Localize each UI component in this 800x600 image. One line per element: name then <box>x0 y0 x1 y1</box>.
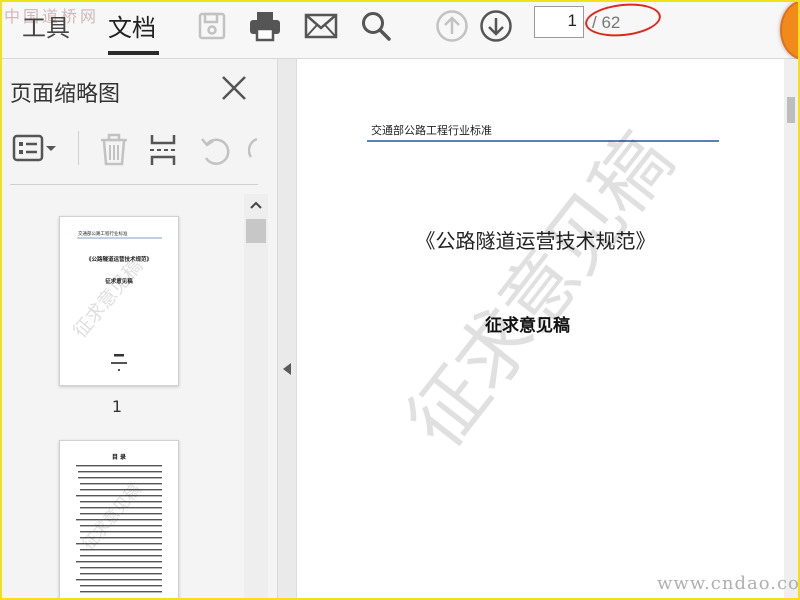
page-up-icon[interactable] <box>434 8 470 44</box>
document-scroll-thumb[interactable] <box>787 97 795 123</box>
pane-divider <box>10 184 258 185</box>
thumbnail-toolbar <box>2 125 258 185</box>
rotate-right-icon[interactable] <box>247 133 258 171</box>
collapse-arrow-icon[interactable] <box>283 363 291 375</box>
rotate-icon[interactable] <box>198 133 232 171</box>
thumbnail-page-1[interactable]: 交通部公路工程行业标准 《公路隧道运营技术规范》 征求意见稿 征求意见稿 <box>59 216 179 386</box>
thumbnail-page-2-preview: 目 录 征求意见稿 <box>76 453 162 593</box>
thumb2-title: 目 录 <box>112 453 126 461</box>
pane-title: 页面缩略图 <box>10 82 121 107</box>
page-number-input[interactable]: 1 <box>534 6 584 38</box>
document-scrollbar[interactable] <box>784 59 798 598</box>
thumb2-watermark: 征求意见稿 <box>79 480 145 554</box>
thumb1-header: 交通部公路工程行业标准 <box>78 230 128 237</box>
document-header: 交通部公路工程行业标准 <box>371 124 492 137</box>
draft-watermark: 征求意见稿 <box>390 117 689 465</box>
print-icon[interactable] <box>247 8 283 44</box>
toolbar-separator <box>78 131 79 165</box>
thumbnail-pane: 页面缩略图 交通部公路工程行业标准 《公路隧道运营技术规范》 征求意见稿 征求意… <box>2 59 278 598</box>
search-icon[interactable] <box>358 8 394 44</box>
tab-document[interactable]: 文档 <box>108 8 156 43</box>
thumb1-title: 《公路隧道运营技术规范》 <box>86 255 152 263</box>
highlight-ellipse <box>583 2 663 40</box>
active-tab-indicator <box>108 51 159 55</box>
document-page: 交通部公路工程行业标准 《公路隧道运营技术规范》 征求意见稿 征求意见稿 <box>297 59 784 598</box>
close-icon[interactable] <box>220 74 248 102</box>
pane-collapse-handle[interactable] <box>278 59 297 598</box>
thumbnail-page-2[interactable]: 目 录 征求意见稿 <box>59 440 179 598</box>
thumbnail-page-number: 1 <box>111 397 123 416</box>
page-down-icon[interactable] <box>478 8 514 44</box>
orange-badge-icon[interactable] <box>780 2 798 60</box>
save-icon[interactable] <box>194 8 230 44</box>
site-watermark-bottom: www.cndao.com <box>657 573 800 594</box>
document-view: 交通部公路工程行业标准 《公路隧道运营技术规范》 征求意见稿 征求意见稿 <box>297 59 784 598</box>
thumb1-watermark: 征求意见稿 <box>69 255 147 342</box>
scroll-thumb[interactable] <box>246 219 266 243</box>
header-rule <box>367 140 719 142</box>
app-window: 中国道桥网 工具 文档 1 / 62 页面缩略图 交通部公路工程行业标准 《公路… <box>0 0 800 600</box>
delete-icon[interactable] <box>98 133 130 171</box>
email-icon[interactable] <box>303 8 339 44</box>
scroll-up-icon[interactable] <box>244 194 268 216</box>
extract-pages-icon[interactable] <box>148 133 178 171</box>
thumbnail-scrollbar[interactable] <box>244 194 268 598</box>
tab-tools[interactable]: 工具 <box>22 8 70 43</box>
thumbnail-page-1-preview: 交通部公路工程行业标准 《公路隧道运营技术规范》 征求意见稿 征求意见稿 <box>69 230 162 371</box>
top-toolbar: 中国道桥网 工具 文档 1 / 62 <box>2 2 798 60</box>
thumbnail-options-icon[interactable] <box>12 133 60 167</box>
